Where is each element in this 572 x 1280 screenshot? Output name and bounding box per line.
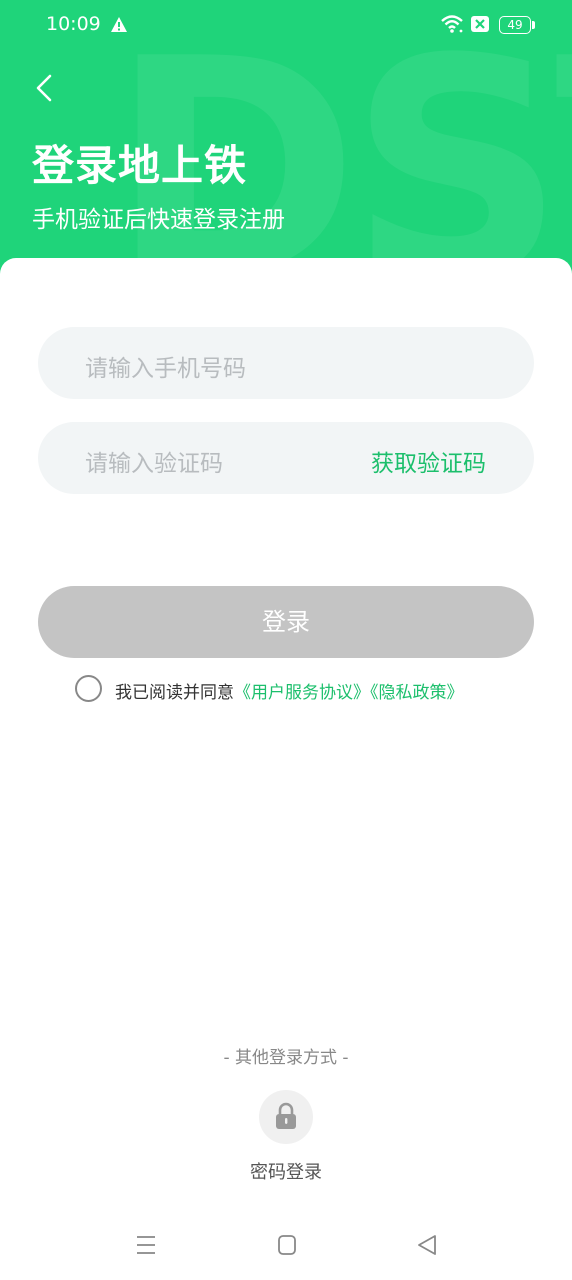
user-agreement-link[interactable]: 《用户服务协议》 (234, 683, 370, 703)
login-button[interactable]: 登录 (38, 586, 534, 658)
phone-placeholder: 请输入手机号码 (85, 356, 246, 382)
agreement-radio[interactable] (75, 675, 102, 702)
menu-icon[interactable] (135, 1234, 157, 1260)
password-login-label[interactable]: 密码登录 (0, 1158, 572, 1184)
status-bar: 10:09 49 (0, 0, 572, 52)
header: DST 10:09 (0, 0, 572, 290)
phone-input[interactable]: 请输入手机号码 (38, 327, 534, 399)
page-subtitle: 手机验证后快速登录注册 (32, 207, 285, 233)
code-input[interactable]: 请输入验证码 获取验证码 (38, 422, 534, 494)
password-login-button[interactable] (259, 1090, 313, 1144)
other-login-label: - 其他登录方式 - (223, 1048, 349, 1068)
get-code-button[interactable]: 获取验证码 (371, 444, 486, 478)
warning-icon (110, 16, 128, 37)
lock-icon (276, 1102, 296, 1129)
back-button[interactable] (30, 68, 62, 108)
wifi-icon (440, 14, 464, 38)
page-title: 登录地上铁 (32, 141, 248, 190)
navigation-bar (0, 1216, 572, 1280)
privacy-policy-link[interactable]: 《隐私政策》 (370, 683, 464, 703)
home-icon[interactable] (277, 1234, 297, 1260)
status-time: 10:09 (46, 13, 101, 35)
sim-x-icon (470, 15, 490, 37)
chevron-left-icon (36, 74, 52, 102)
battery-icon: 49 (499, 16, 535, 34)
agreement-prefix: 我已阅读并同意 (115, 683, 234, 703)
agreement-text: 我已阅读并同意《用户服务协议》《隐私政策》 (115, 678, 464, 703)
nav-back-icon[interactable] (416, 1233, 438, 1261)
battery-level: 49 (507, 18, 523, 32)
code-placeholder: 请输入验证码 (85, 451, 223, 477)
